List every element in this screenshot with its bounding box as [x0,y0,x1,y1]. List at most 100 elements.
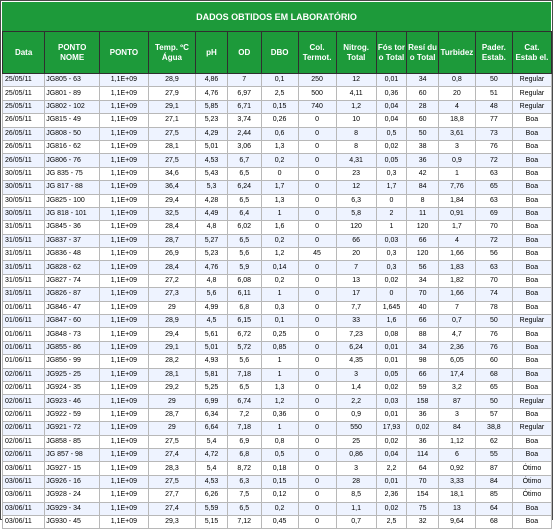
table-cell: JG 817 - 88 [44,180,101,195]
table-row: 01/06/11 JG848 - 73 1,1E+09 29,4 5,61 6,72 0,2… [1,327,553,342]
table-cell: 1 [437,166,476,182]
table-cell: 4,53 [195,474,228,490]
table-row: 30/05/11 JG 817 - 88 1,1E+09 36,4 5,3 6,24 1,7… [1,180,553,195]
table-cell: JG921 - 72 [44,421,101,436]
table-row: 01/06/11 JG846 - 47 1,1E+09 29 4,99 6,8 0,3 0 7,… [1,300,553,316]
table-cell: 5,25 [195,380,228,396]
table-cell: 0,02 [375,434,408,449]
table-cell: 50 [474,314,513,329]
table-cell: 6,02 [226,220,262,235]
column-header: Col. Termot. [297,31,337,74]
table-cell: 1,4 [335,380,377,396]
table-cell: 1,1E+09 [99,206,149,222]
table-cell: JG 857 - 98 [44,447,101,463]
table-cell: 1,1E+09 [99,233,149,249]
table-cell: 1,1E+09 [99,314,149,329]
table-cell: JG929 - 34 [44,501,101,516]
table-cell: Boa [511,153,553,168]
table-cell: 120 [406,220,439,235]
table-cell: 1,7 [375,180,408,195]
table-cell: 03/06/11 [1,501,46,516]
table-cell: 60 [474,354,513,369]
table-cell: 0,1 [260,314,299,329]
table-cell: Regular [511,314,553,329]
table-cell: 0,8 [260,434,299,449]
table-cell: 4,29 [195,126,228,141]
table-cell: 63 [474,260,513,275]
table-cell: 98 [406,354,439,369]
table-cell: 0,2 [260,501,299,516]
table-cell: 5,23 [195,247,228,262]
table-cell: 1,1E+09 [99,287,149,302]
table-cell: 0,05 [375,367,408,382]
table-cell: 27,1 [147,113,197,128]
table-cell: 1,1E+09 [99,474,149,490]
table-cell: 0,45 [260,514,299,529]
table-cell: 12 [335,180,377,195]
table-cell: 03/06/11 [1,461,46,476]
table-cell: 1,66 [437,287,476,302]
table-cell: 88 [406,327,439,342]
table-cell: Boa [511,300,553,316]
table-cell: 34 [406,72,439,88]
table-row: 31/05/11 JG826 - 87 1,1E+09 27,3 5,6 6,11 1 0 17… [1,287,553,302]
table-cell: 0,01 [375,474,408,490]
table-cell: 5,43 [195,166,228,182]
table-cell: 0,5 [260,447,299,463]
table-cell: 0 [297,434,337,449]
table-cell: 1,2 [260,394,299,409]
table-cell: 25/05/11 [1,72,46,88]
column-header: PONTO [99,31,149,74]
table-cell: 5,4 [195,434,228,449]
table-cell: 0,92 [437,461,476,476]
table-cell: 01/06/11 [1,354,46,369]
table-cell: 0 [297,461,337,476]
table-cell: 30/05/11 [1,180,46,195]
table-cell: 28,9 [147,72,197,88]
table-cell: JG845 - 36 [44,220,101,235]
table-cell: 6,11 [226,287,262,302]
table-cell: 1,1E+09 [99,193,149,208]
table-cell: Boa [511,260,553,275]
table-cell: 6 [437,447,476,463]
table-cell: JG806 - 76 [44,153,101,168]
table-cell: 4,76 [195,86,228,101]
column-header: OD [226,31,262,74]
table-cell: 6,24 [335,340,377,356]
table-cell: 76 [474,340,513,356]
table-cell: 02/06/11 [1,407,46,423]
table-cell: 3 [335,461,377,476]
table-cell: JG815 - 49 [44,113,101,128]
table-cell: 42 [406,166,439,182]
table-row: 31/05/11 JG828 - 62 1,1E+09 28,4 4,76 5,9 0,14… [1,260,553,275]
table-cell: 550 [335,421,377,436]
column-header: Temp. ºC Água [147,31,197,74]
table-cell: 66 [335,233,377,249]
table-cell: JG926 - 16 [44,474,101,490]
table-cell: 5,6 [195,287,228,302]
table-cell: 120 [406,247,439,262]
table-cell: 1,2 [335,99,377,115]
table-cell: JG848 - 73 [44,327,101,342]
table-cell: 0 [375,193,408,208]
table-cell: 1,1E+09 [99,380,149,396]
column-header: Nitrog. Total [335,31,377,74]
table-cell: 5,01 [195,139,228,155]
table-cell: 4,28 [195,193,228,208]
table-cell: 28,3 [147,461,197,476]
table-cell: 64 [406,461,439,476]
column-header: Data [1,31,46,74]
table-cell: Boa [511,139,553,155]
table-cell: 5,15 [195,514,228,529]
table-cell: 1,3 [260,380,299,396]
table-cell: 85 [474,488,513,503]
table-cell: 10 [335,113,377,128]
table-cell: 5,3 [195,180,228,195]
table-cell: 250 [297,72,337,88]
table-cell: 02/06/11 [1,394,46,409]
table-cell: 1,1E+09 [99,300,149,316]
table-cell: 28,2 [147,354,197,369]
table-cell: 500 [297,86,337,101]
table-row: 30/05/11 JG825 - 100 1,1E+09 29,4 4,28 6,5 1,3… [1,193,553,208]
table-row: 26/05/11 JG815 - 49 1,1E+09 27,1 5,23 3,74 0,2… [1,113,553,128]
